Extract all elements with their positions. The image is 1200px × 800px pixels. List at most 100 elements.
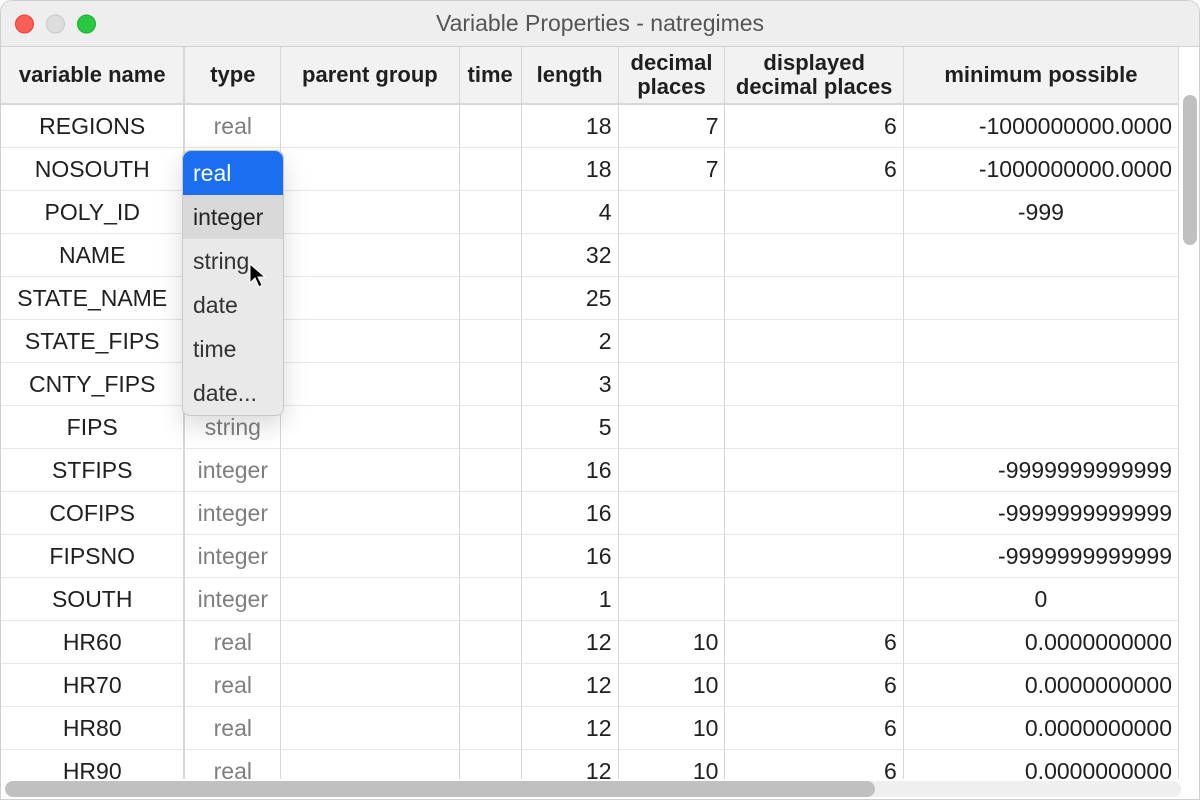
cell-type[interactable]: real	[185, 707, 281, 750]
cell-decimal-places[interactable]	[619, 492, 726, 535]
table-row[interactable]: HR80real121060.0000000000	[1, 707, 1179, 750]
cell-decimal-places[interactable]	[619, 406, 726, 449]
cell-parent-group[interactable]	[281, 363, 459, 406]
col-header-type[interactable]: type	[185, 47, 281, 105]
cell-minimum-possible[interactable]	[904, 320, 1179, 363]
type-dropdown-option[interactable]: integer	[183, 195, 283, 239]
cell-time[interactable]	[460, 277, 522, 320]
table-row[interactable]: HR60real121060.0000000000	[1, 621, 1179, 664]
cell-time[interactable]	[460, 105, 522, 148]
cell-variable-name[interactable]: NAME	[1, 234, 185, 277]
cell-parent-group[interactable]	[281, 320, 459, 363]
cell-time[interactable]	[460, 621, 522, 664]
cell-minimum-possible[interactable]: -9999999999999	[904, 535, 1179, 578]
table-row[interactable]: NOSOUTH1876-1000000000.0000	[1, 148, 1179, 191]
table-row[interactable]: FIPSNOinteger16-9999999999999	[1, 535, 1179, 578]
cell-minimum-possible[interactable]: -9999999999999	[904, 449, 1179, 492]
cell-displayed-decimal-places[interactable]: 6	[725, 664, 903, 707]
cell-decimal-places[interactable]	[619, 277, 726, 320]
cell-displayed-decimal-places[interactable]: 6	[725, 707, 903, 750]
cell-minimum-possible[interactable]: -1000000000.0000	[904, 105, 1179, 148]
cell-decimal-places[interactable]: 10	[619, 664, 726, 707]
cell-type[interactable]: integer	[185, 578, 281, 621]
table-row[interactable]: COFIPSinteger16-9999999999999	[1, 492, 1179, 535]
cell-parent-group[interactable]	[281, 492, 459, 535]
cell-length[interactable]: 25	[522, 277, 619, 320]
cell-length[interactable]: 32	[522, 234, 619, 277]
cell-variable-name[interactable]: NOSOUTH	[1, 148, 185, 191]
col-header-time[interactable]: time	[460, 47, 522, 105]
cell-parent-group[interactable]	[281, 664, 459, 707]
cell-parent-group[interactable]	[281, 105, 459, 148]
cell-minimum-possible[interactable]: 0.0000000000	[904, 621, 1179, 664]
cell-time[interactable]	[460, 363, 522, 406]
cell-minimum-possible[interactable]: -9999999999999	[904, 492, 1179, 535]
type-dropdown-option[interactable]: date...	[183, 371, 283, 415]
col-header-decimal-places[interactable]: decimal places	[619, 47, 726, 105]
table-row[interactable]: STATE_NAME 25	[1, 277, 1179, 320]
cell-decimal-places[interactable]: 7	[619, 105, 726, 148]
table-row[interactable]: HR70real121060.0000000000	[1, 664, 1179, 707]
cell-variable-name[interactable]: HR80	[1, 707, 185, 750]
table-row[interactable]: NAME 32	[1, 234, 1179, 277]
cell-parent-group[interactable]	[281, 234, 459, 277]
cell-minimum-possible[interactable]: 0.0000000000	[904, 707, 1179, 750]
cell-variable-name[interactable]: HR90	[1, 750, 185, 779]
cell-minimum-possible[interactable]	[904, 363, 1179, 406]
cell-decimal-places[interactable]	[619, 320, 726, 363]
cell-length[interactable]: 16	[522, 449, 619, 492]
vertical-scrollbar[interactable]	[1183, 95, 1197, 245]
cell-decimal-places[interactable]	[619, 449, 726, 492]
cell-parent-group[interactable]	[281, 277, 459, 320]
cell-displayed-decimal-places[interactable]	[725, 320, 903, 363]
type-dropdown-option[interactable]: real	[183, 151, 283, 195]
cell-time[interactable]	[460, 234, 522, 277]
cell-length[interactable]: 12	[522, 707, 619, 750]
cell-length[interactable]: 16	[522, 535, 619, 578]
cell-minimum-possible[interactable]	[904, 406, 1179, 449]
col-header-minimum-possible[interactable]: minimum possible	[904, 47, 1179, 105]
cell-time[interactable]	[460, 449, 522, 492]
table-row[interactable]: REGIONSreal1876-1000000000.0000	[1, 105, 1179, 148]
cell-time[interactable]	[460, 578, 522, 621]
cell-length[interactable]: 16	[522, 492, 619, 535]
cell-variable-name[interactable]: FIPSNO	[1, 535, 185, 578]
cell-parent-group[interactable]	[281, 406, 459, 449]
cell-decimal-places[interactable]: 7	[619, 148, 726, 191]
cell-displayed-decimal-places[interactable]	[725, 449, 903, 492]
minimize-window-button[interactable]	[46, 14, 65, 33]
cell-decimal-places[interactable]	[619, 578, 726, 621]
cell-variable-name[interactable]: STATE_FIPS	[1, 320, 185, 363]
table-row[interactable]: STFIPSinteger16-9999999999999	[1, 449, 1179, 492]
cell-variable-name[interactable]: SOUTH	[1, 578, 185, 621]
cell-parent-group[interactable]	[281, 191, 459, 234]
cell-parent-group[interactable]	[281, 148, 459, 191]
type-dropdown-option[interactable]: time	[183, 327, 283, 371]
cell-minimum-possible[interactable]	[904, 234, 1179, 277]
cell-variable-name[interactable]: FIPS	[1, 406, 185, 449]
cell-length[interactable]: 3	[522, 363, 619, 406]
cell-length[interactable]: 5	[522, 406, 619, 449]
cell-length[interactable]: 18	[522, 148, 619, 191]
cell-decimal-places[interactable]	[619, 363, 726, 406]
cell-type[interactable]: integer	[185, 449, 281, 492]
col-header-displayed-decimal-places[interactable]: displayed decimal places	[725, 47, 903, 105]
table-row[interactable]: STATE_FIPS2	[1, 320, 1179, 363]
cell-displayed-decimal-places[interactable]: 6	[725, 750, 903, 779]
cell-minimum-possible[interactable]: -999	[904, 191, 1179, 234]
cell-length[interactable]: 12	[522, 664, 619, 707]
cell-decimal-places[interactable]	[619, 535, 726, 578]
cell-minimum-possible[interactable]	[904, 277, 1179, 320]
cell-displayed-decimal-places[interactable]	[725, 406, 903, 449]
cell-type[interactable]: real	[185, 664, 281, 707]
cell-variable-name[interactable]: STATE_NAME	[1, 277, 185, 320]
cell-minimum-possible[interactable]: 0.0000000000	[904, 664, 1179, 707]
cell-length[interactable]: 1	[522, 578, 619, 621]
table-row[interactable]: SOUTHinteger10	[1, 578, 1179, 621]
cell-variable-name[interactable]: HR60	[1, 621, 185, 664]
cell-time[interactable]	[460, 406, 522, 449]
cell-parent-group[interactable]	[281, 621, 459, 664]
cell-minimum-possible[interactable]: -1000000000.0000	[904, 148, 1179, 191]
cell-decimal-places[interactable]: 10	[619, 750, 726, 779]
cell-variable-name[interactable]: REGIONS	[1, 105, 185, 148]
